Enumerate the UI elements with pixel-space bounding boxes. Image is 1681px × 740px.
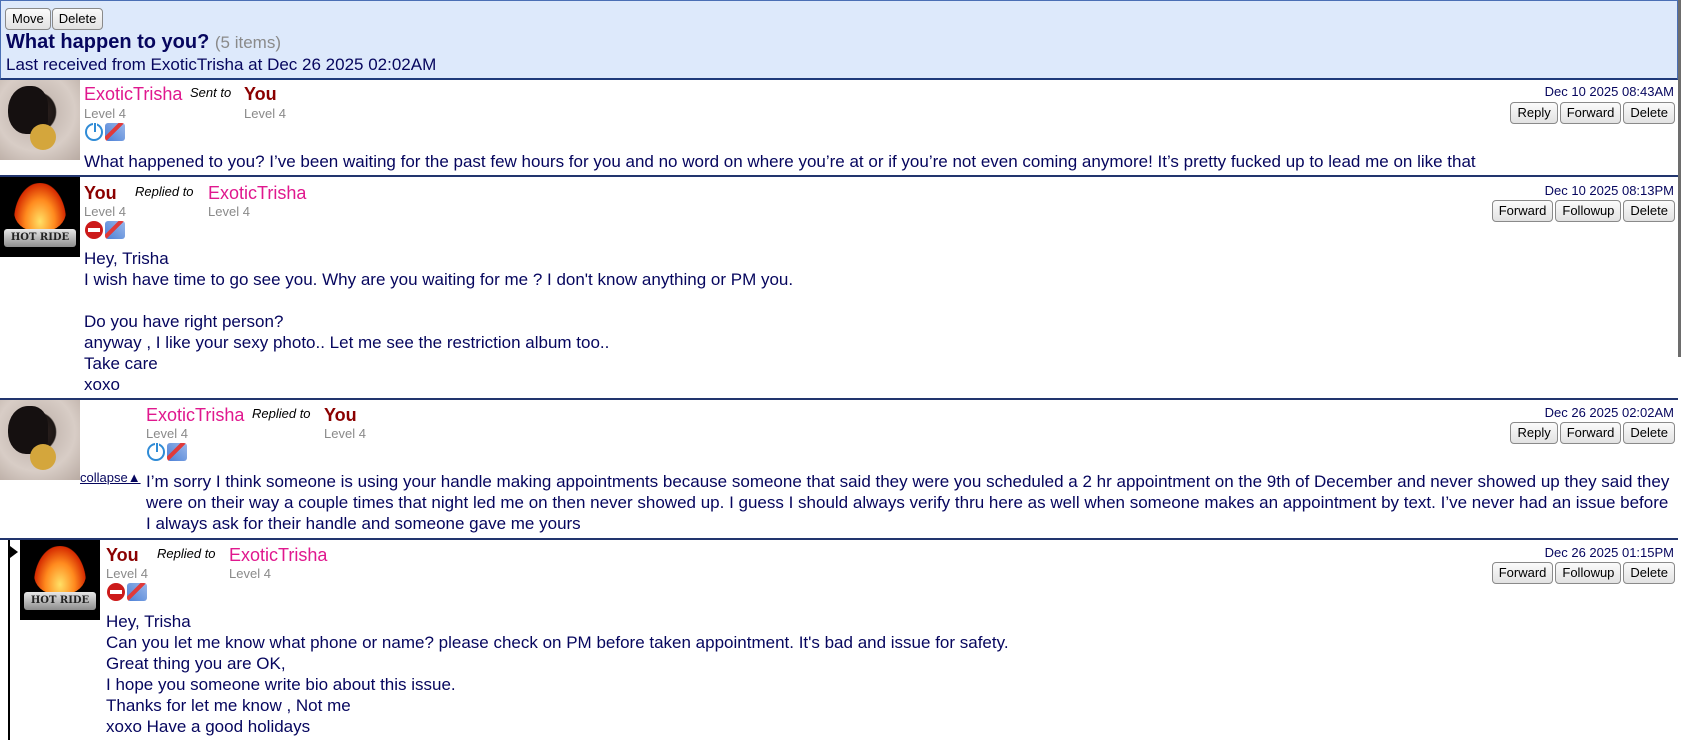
relation-label: Sent to [190, 85, 232, 100]
sender-level: Level 4 [84, 204, 126, 219]
relation-label: Replied to [157, 546, 216, 561]
last-received: Last received from ExoticTrisha at Dec 2… [6, 55, 437, 74]
item-count: (5 items) [214, 33, 281, 52]
forward-button[interactable]: Forward [1491, 200, 1554, 222]
avatar[interactable] [0, 400, 80, 480]
thread-subject: What happen to you? [6, 31, 210, 53]
forward-button[interactable]: Forward [1491, 562, 1554, 584]
forward-button[interactable]: Forward [1559, 102, 1622, 124]
status-icons [107, 583, 147, 601]
sender-name[interactable]: You [84, 183, 117, 204]
message-actions: Reply Forward Delete [1510, 102, 1675, 124]
recipient-name[interactable]: You [244, 84, 277, 105]
relation-label: Replied to [252, 406, 311, 421]
message-date: Dec 26 2025 01:15PM [1544, 545, 1674, 560]
move-button[interactable]: Move [5, 8, 51, 30]
avatar-caption: HOT RIDE [24, 592, 96, 610]
reply-button[interactable]: Reply [1510, 102, 1558, 124]
pin-icon [127, 583, 147, 601]
thread-arrow-icon [10, 546, 18, 558]
message-date: Dec 10 2025 08:43AM [1544, 84, 1674, 99]
status-icons [85, 221, 125, 239]
message-item: ExoticTrisha Replied to You Level 4 Leve… [0, 400, 1678, 540]
stop-icon [85, 221, 103, 239]
status-icons [85, 122, 125, 141]
message-body: Hey, Trisha I wish have time to go see y… [84, 249, 794, 394]
header-toolbar: Move Delete [5, 8, 104, 30]
delete-message-button[interactable]: Delete [1623, 102, 1675, 124]
recipient-name[interactable]: ExoticTrisha [208, 183, 306, 204]
message-date: Dec 10 2025 08:13PM [1544, 183, 1674, 198]
delete-message-button[interactable]: Delete [1623, 562, 1675, 584]
message-actions: Reply Forward Delete [1510, 422, 1675, 444]
delete-button[interactable]: Delete [51, 8, 104, 30]
recipient-level: Level 4 [229, 566, 271, 581]
message-item: HOT RIDE You Replied to ExoticTrisha Lev… [20, 540, 1678, 740]
relation-label: Replied to [135, 184, 194, 199]
pin-icon [105, 123, 125, 141]
power-icon [85, 122, 103, 141]
thread-title: What happen to you? (5 items) [6, 31, 281, 54]
recipient-name[interactable]: You [324, 405, 357, 426]
message-date: Dec 26 2025 02:02AM [1544, 405, 1674, 420]
power-icon [147, 442, 165, 461]
thread-connector [8, 540, 10, 740]
avatar-caption: HOT RIDE [4, 229, 76, 247]
forward-button[interactable]: Forward [1559, 422, 1622, 444]
followup-button[interactable]: Followup [1555, 562, 1622, 584]
sender-name[interactable]: ExoticTrisha [84, 84, 182, 105]
message-item: ExoticTrisha Sent to You Level 4 Level 4… [0, 80, 1678, 177]
recipient-level: Level 4 [324, 426, 366, 441]
message-item: HOT RIDE You Replied to ExoticTrisha Lev… [0, 177, 1678, 400]
pin-icon [105, 221, 125, 239]
message-body: I’m sorry I think someone is using your … [146, 472, 1675, 533]
sender-level: Level 4 [84, 106, 126, 121]
sender-name[interactable]: You [106, 545, 139, 566]
followup-button[interactable]: Followup [1555, 200, 1622, 222]
status-icons [147, 442, 187, 461]
delete-message-button[interactable]: Delete [1623, 422, 1675, 444]
sender-level: Level 4 [106, 566, 148, 581]
message-actions: Forward Followup Delete [1491, 200, 1675, 222]
recipient-name[interactable]: ExoticTrisha [229, 545, 327, 566]
sender-name[interactable]: ExoticTrisha [146, 405, 244, 426]
stop-icon [107, 583, 125, 601]
message-body: What happened to you? I’ve been waiting … [84, 152, 1476, 171]
delete-message-button[interactable]: Delete [1623, 200, 1675, 222]
avatar[interactable] [0, 80, 80, 160]
message-body: Hey, Trisha Can you let me know what pho… [106, 612, 1009, 736]
pin-icon [167, 443, 187, 461]
avatar[interactable]: HOT RIDE [20, 540, 100, 620]
sender-level: Level 4 [146, 426, 188, 441]
recipient-level: Level 4 [244, 106, 286, 121]
message-actions: Forward Followup Delete [1491, 562, 1675, 584]
collapse-link[interactable]: collapse▲ [80, 470, 141, 485]
recipient-level: Level 4 [208, 204, 250, 219]
thread-header: Move Delete What happen to you? (5 items… [0, 0, 1678, 80]
reply-button[interactable]: Reply [1510, 422, 1558, 444]
avatar[interactable]: HOT RIDE [0, 177, 80, 257]
